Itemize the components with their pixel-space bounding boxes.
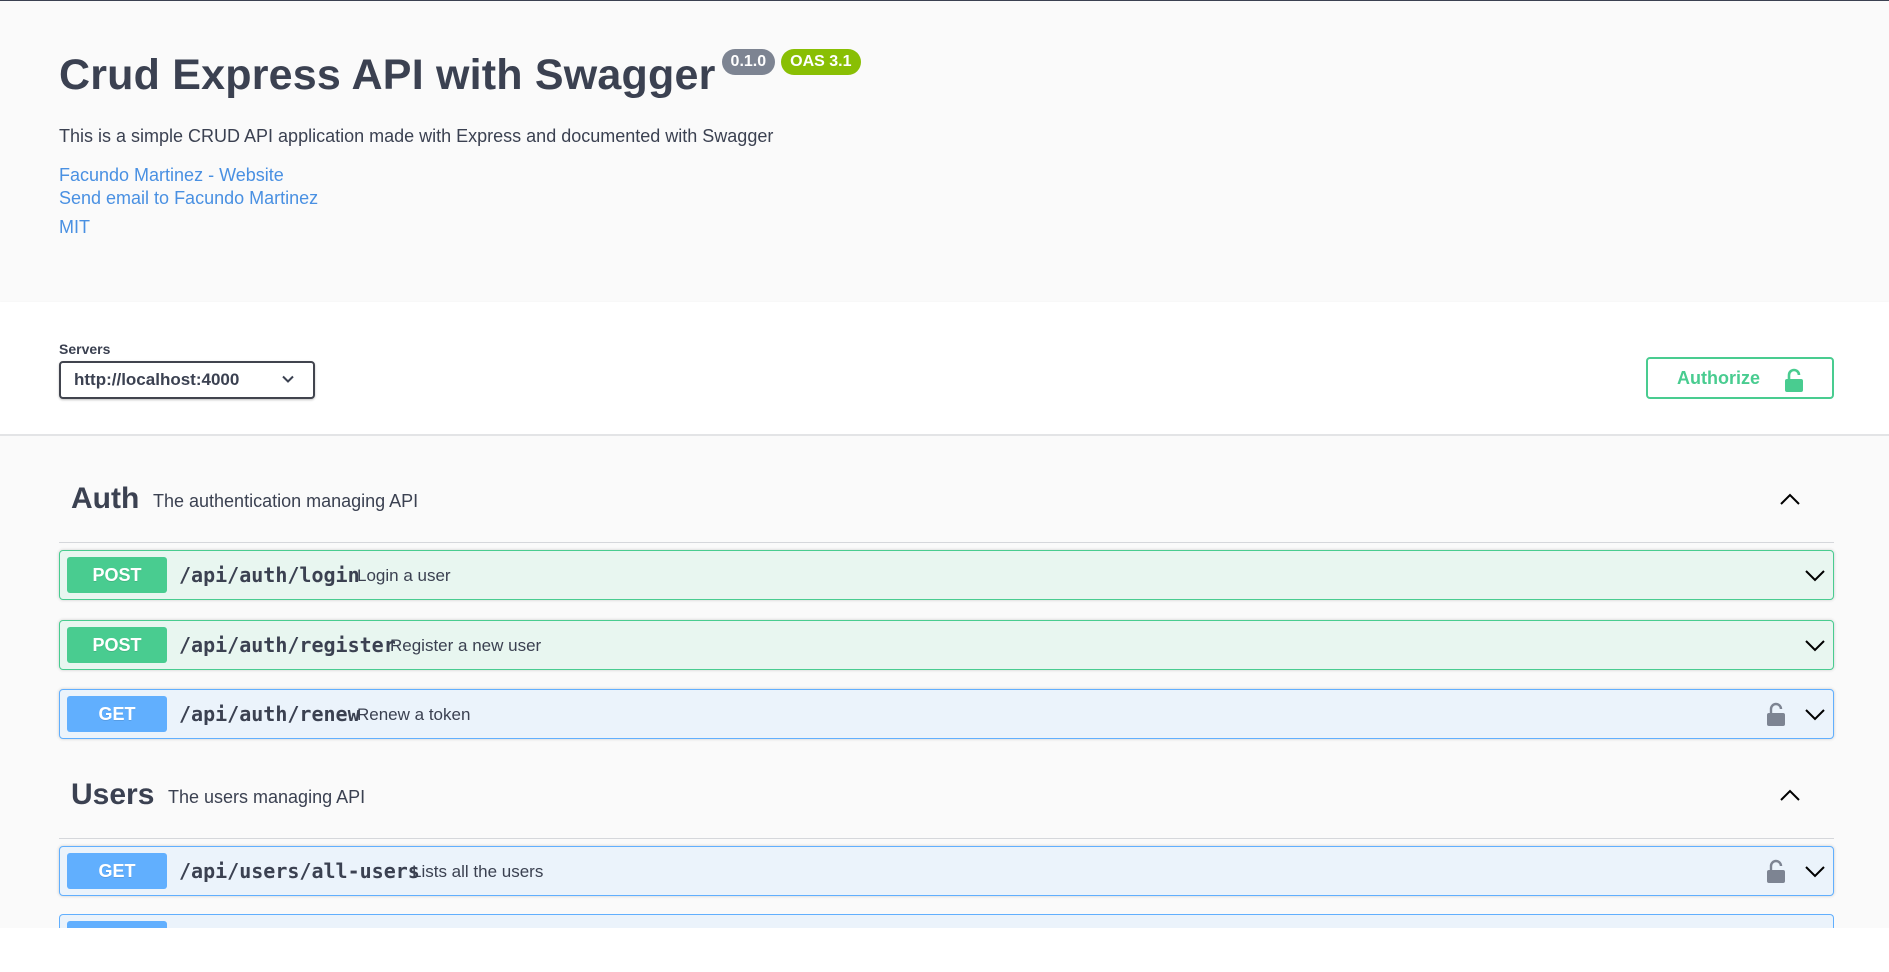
- tag-title-users[interactable]: Users: [71, 778, 154, 812]
- tag-divider: [59, 542, 1834, 543]
- operation-path: /api/auth/renew: [179, 702, 360, 726]
- method-badge: GET: [67, 696, 167, 732]
- opblock-partial[interactable]: [59, 914, 1834, 928]
- chevron-down-icon: [282, 375, 294, 383]
- website-link[interactable]: Facundo Martinez - Website: [59, 165, 284, 186]
- unlocked-lock-icon[interactable]: [1766, 859, 1786, 883]
- method-badge: GET: [67, 853, 167, 889]
- method-badge: [67, 921, 167, 928]
- opblock-get-renew[interactable]: GET /api/auth/renew Renew a token: [59, 689, 1834, 739]
- operation-path: /api/auth/login: [179, 563, 360, 587]
- tag-title-auth[interactable]: Auth: [71, 482, 139, 516]
- authorize-button[interactable]: Authorize: [1646, 357, 1834, 399]
- api-description: This is a simple CRUD API application ma…: [59, 126, 774, 146]
- viewport-bottom: [0, 928, 1889, 972]
- operation-summary: Login a user: [357, 566, 451, 585]
- chevron-up-icon[interactable]: [1778, 784, 1802, 808]
- operation-path: /api/users/all-users: [179, 859, 420, 883]
- chevron-down-icon[interactable]: [1803, 859, 1827, 883]
- operation-summary: Renew a token: [357, 705, 471, 724]
- chevron-up-icon[interactable]: [1778, 488, 1802, 512]
- api-title: Crud Express API with Swagger: [59, 51, 716, 99]
- operation-summary: Lists all the users: [412, 862, 544, 881]
- license-link[interactable]: MIT: [59, 217, 90, 238]
- unlocked-lock-icon: [1785, 368, 1803, 392]
- oas-badge: OAS 3.1: [781, 49, 861, 75]
- operation-path: /api/auth/register: [179, 633, 396, 657]
- title-wrap: Crud Express API with Swagger 0.1.0 OAS …: [59, 49, 861, 101]
- method-badge: POST: [67, 627, 167, 663]
- method-badge: POST: [67, 557, 167, 593]
- email-link[interactable]: Send email to Facundo Martinez: [59, 188, 318, 209]
- servers-select[interactable]: http://localhost:4000: [59, 361, 315, 399]
- operation-summary: Register a new user: [390, 636, 542, 655]
- tag-divider: [59, 838, 1834, 839]
- opblock-get-all-users[interactable]: GET /api/users/all-users Lists all the u…: [59, 846, 1834, 896]
- version-badge: 0.1.0: [721, 49, 776, 75]
- tag-description-users: The users managing API: [168, 787, 366, 807]
- chevron-down-icon[interactable]: [1803, 702, 1827, 726]
- chevron-down-icon[interactable]: [1803, 563, 1827, 587]
- tag-description-auth: The authentication managing API: [153, 491, 419, 511]
- authorize-label: Authorize: [1677, 367, 1760, 388]
- chevron-down-icon[interactable]: [1803, 633, 1827, 657]
- opblock-post-register[interactable]: POST /api/auth/register Register a new u…: [59, 620, 1834, 670]
- info-section: Crud Express API with Swagger 0.1.0 OAS …: [0, 1, 1889, 302]
- servers-label: Servers: [59, 341, 111, 357]
- servers-selected-value: http://localhost:4000: [74, 370, 240, 389]
- unlocked-lock-icon[interactable]: [1766, 702, 1786, 726]
- opblock-post-login[interactable]: POST /api/auth/login Login a user: [59, 550, 1834, 600]
